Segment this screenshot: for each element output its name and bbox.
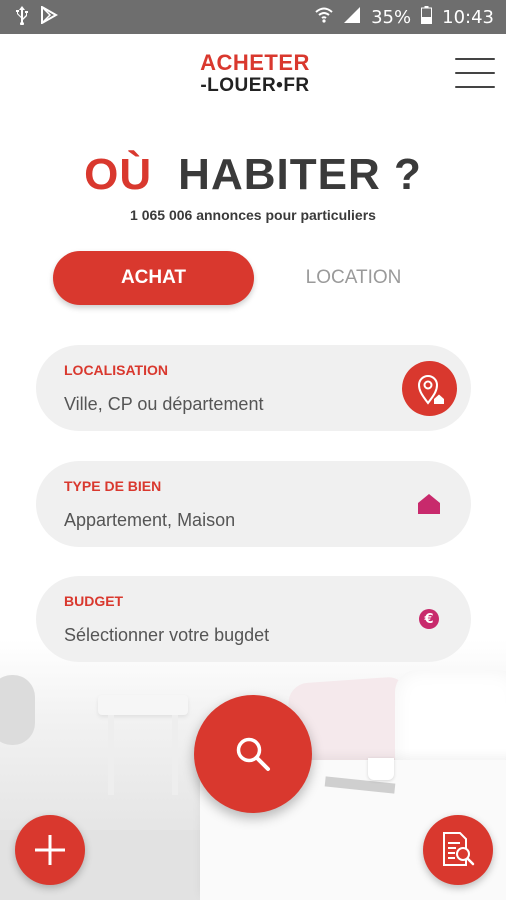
cup [368, 758, 394, 780]
clock: 10:43 [442, 6, 494, 28]
menu-bar [455, 58, 495, 60]
budget-input[interactable]: Sélectionner votre bugdet [64, 625, 269, 646]
add-button[interactable] [15, 815, 85, 885]
logo-line-2: -LOUER•FR [200, 75, 310, 96]
wifi-icon [315, 6, 333, 29]
tab-achat[interactable]: ACHAT [53, 251, 254, 305]
plus-icon [35, 835, 65, 865]
type-de-bien-field[interactable]: TYPE DE BIEN Appartement, Maison [36, 461, 471, 547]
search-icon [236, 737, 270, 771]
battery-percent: 35% [371, 6, 412, 28]
usb-icon [14, 5, 30, 30]
menu-bar [455, 86, 495, 88]
localisation-input[interactable]: Ville, CP ou département [64, 394, 263, 415]
title-accent: OÙ [84, 150, 153, 199]
type-de-bien-label: TYPE DE BIEN [64, 478, 162, 494]
play-store-icon [40, 4, 59, 29]
saved-searches-button[interactable] [423, 815, 493, 885]
hamburger-menu-button[interactable] [455, 58, 495, 88]
status-bar: 35% 10:43 [0, 0, 506, 34]
search-button[interactable] [194, 695, 312, 813]
stool [98, 695, 188, 715]
localisation-field[interactable]: LOCALISATION Ville, CP ou département [36, 345, 471, 431]
budget-label: BUDGET [64, 593, 124, 609]
listings-count: 1 065 006 annonces pour particuliers [130, 207, 376, 223]
document-search-icon [443, 832, 475, 866]
euro-icon: € [419, 609, 439, 629]
tab-location[interactable]: LOCATION [276, 251, 431, 305]
menu-bar [455, 72, 495, 74]
app-logo: ACHETER -LOUER•FR [195, 52, 315, 98]
battery-icon [421, 5, 433, 29]
location-pin-icon[interactable] [402, 361, 457, 416]
budget-field[interactable]: BUDGET Sélectionner votre bugdet € [36, 576, 471, 662]
logo-line-1: ACHETER [200, 50, 310, 75]
plush-toy [0, 675, 35, 745]
type-de-bien-input[interactable]: Appartement, Maison [64, 510, 235, 531]
localisation-label: LOCALISATION [64, 362, 168, 378]
signal-icon [343, 6, 361, 29]
page-title: OÙ HABITER ? [0, 150, 506, 200]
house-icon [417, 493, 441, 515]
title-main: HABITER ? [178, 150, 422, 199]
